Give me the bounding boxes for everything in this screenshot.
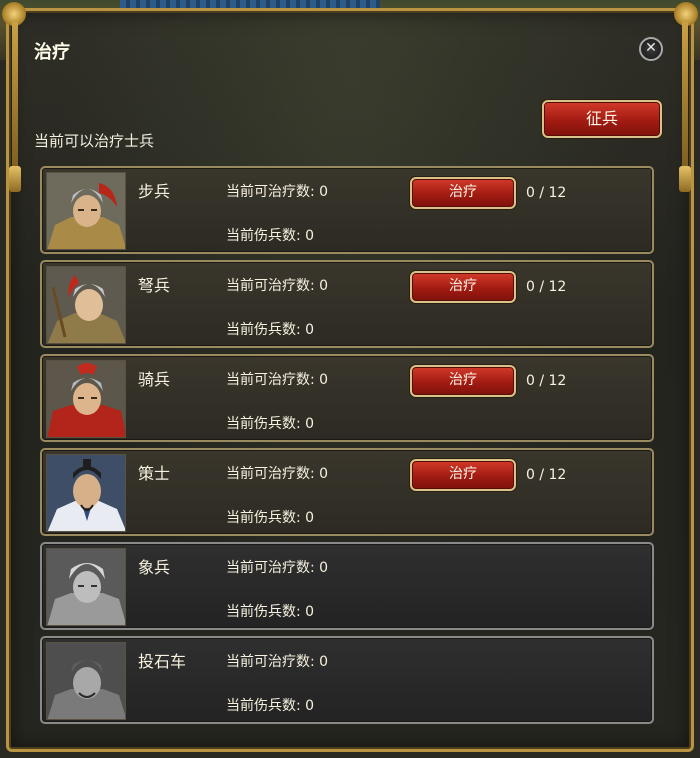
left-tassel-cord — [12, 22, 18, 172]
close-button[interactable]: ✕ — [639, 37, 663, 61]
wounded-count: 当前伤兵数: 0 — [226, 510, 315, 526]
wounded-count: 当前伤兵数: 0 — [226, 604, 315, 620]
heal-button[interactable]: 治疗 — [410, 177, 516, 209]
wounded-count: 当前伤兵数: 0 — [226, 698, 315, 714]
healable-count: 当前可治疗数: 0 — [226, 184, 329, 200]
right-tassel-cord — [682, 22, 688, 172]
dialog-title: 治疗 — [34, 42, 70, 63]
recruit-button[interactable]: 征兵 — [542, 100, 662, 138]
unit-row-strategist: 策士 当前可治疗数: 0 当前伤兵数: 0 治疗 0 / 12 — [40, 448, 654, 536]
close-icon: ✕ — [645, 40, 657, 56]
dialog-subtitle: 当前可以治疗士兵 — [34, 132, 155, 150]
unit-name: 投石车 — [138, 652, 187, 671]
right-tassel — [679, 166, 691, 192]
wounded-count: 当前伤兵数: 0 — [226, 228, 315, 244]
unit-name: 象兵 — [138, 558, 171, 577]
healable-count: 当前可治疗数: 0 — [226, 466, 329, 482]
crossbowman-portrait — [46, 266, 126, 344]
unit-name: 步兵 — [138, 182, 171, 201]
left-tassel — [9, 166, 21, 192]
unit-name: 骑兵 — [138, 370, 171, 389]
healable-count: 当前可治疗数: 0 — [226, 278, 329, 294]
wounded-count: 当前伤兵数: 0 — [226, 322, 315, 338]
heal-progress: 0 / 12 — [526, 185, 567, 201]
catapult-soldier-portrait — [46, 642, 126, 720]
infantry-portrait — [46, 172, 126, 250]
healable-count: 当前可治疗数: 0 — [226, 372, 329, 388]
heal-progress: 0 / 12 — [526, 467, 567, 483]
unit-name: 弩兵 — [138, 276, 171, 295]
unit-row-cavalry: 骑兵 当前可治疗数: 0 当前伤兵数: 0 治疗 0 / 12 — [40, 354, 654, 442]
unit-row-catapult: 投石车 当前可治疗数: 0 当前伤兵数: 0 — [40, 636, 654, 724]
elephant-soldier-portrait — [46, 548, 126, 626]
unit-row-infantry: 步兵 当前可治疗数: 0 当前伤兵数: 0 治疗 0 / 12 — [40, 166, 654, 254]
healable-count: 当前可治疗数: 0 — [226, 654, 329, 670]
heal-button[interactable]: 治疗 — [410, 459, 516, 491]
heal-progress: 0 / 12 — [526, 373, 567, 389]
heal-progress: 0 / 12 — [526, 279, 567, 295]
unit-name: 策士 — [138, 464, 171, 483]
strategist-portrait — [46, 454, 126, 532]
wounded-count: 当前伤兵数: 0 — [226, 416, 315, 432]
cavalry-portrait — [46, 360, 126, 438]
unit-row-crossbowman: 弩兵 当前可治疗数: 0 当前伤兵数: 0 治疗 0 / 12 — [40, 260, 654, 348]
heal-button[interactable]: 治疗 — [410, 271, 516, 303]
unit-row-elephant: 象兵 当前可治疗数: 0 当前伤兵数: 0 — [40, 542, 654, 630]
healable-count: 当前可治疗数: 0 — [226, 560, 329, 576]
heal-button[interactable]: 治疗 — [410, 365, 516, 397]
